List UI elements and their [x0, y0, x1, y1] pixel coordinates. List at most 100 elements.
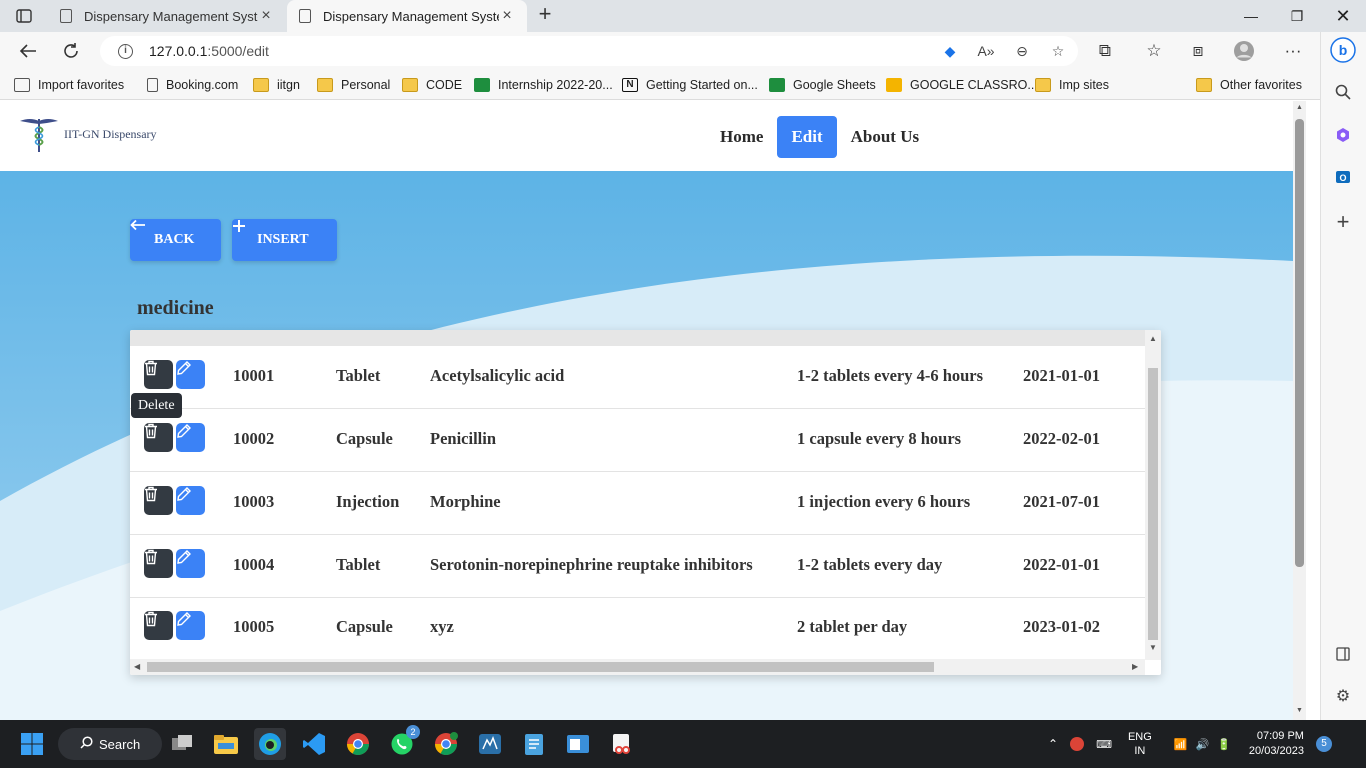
address-bar[interactable]: i 127.0.0.1:5000/edit ◆ A» ⊖ ☆	[100, 36, 1078, 66]
scroll-down-icon[interactable]: ▼	[1149, 643, 1157, 652]
favorite-folder-other[interactable]: Other favorites	[1196, 76, 1302, 94]
table-row: 10002 Capsule Penicillin 1 capsule every…	[130, 409, 1145, 472]
favorites-icon[interactable]: ☆	[1141, 39, 1167, 63]
price-tag-icon[interactable]: ◆	[940, 43, 960, 60]
site-logo[interactable]: IIT-GN Dispensary	[18, 115, 157, 153]
search-icon[interactable]	[1329, 78, 1357, 106]
windows-start-icon[interactable]	[16, 728, 48, 760]
delete-button[interactable]	[144, 611, 173, 640]
bing-chat-icon[interactable]: b	[1329, 36, 1357, 64]
scroll-up-icon[interactable]: ▲	[1149, 334, 1157, 343]
edit-button[interactable]	[176, 549, 205, 578]
minimize-button[interactable]: —	[1228, 0, 1274, 32]
table-vertical-scrollbar[interactable]: ▲ ▼	[1145, 330, 1161, 660]
profile-avatar-icon[interactable]	[1231, 39, 1257, 63]
battery-icon[interactable]: 🔋	[1217, 738, 1231, 751]
favorite-notion[interactable]: N Getting Started on...	[622, 76, 758, 94]
copilot-icon[interactable]	[1329, 121, 1357, 149]
chrome-profile-icon[interactable]	[430, 728, 462, 760]
outlook-icon[interactable]: O	[1329, 163, 1357, 191]
edit-button[interactable]	[176, 611, 205, 640]
scroll-up-icon[interactable]: ▲	[1296, 104, 1303, 111]
restore-button[interactable]: ❐	[1274, 0, 1320, 32]
page-scrollbar[interactable]: ▲ ▼	[1293, 101, 1306, 720]
scroll-right-icon[interactable]: ▶	[1132, 662, 1138, 671]
language-indicator[interactable]: ENG IN	[1128, 730, 1152, 758]
back-label: BACK	[154, 232, 195, 247]
favorite-google-sheets[interactable]: Google Sheets	[769, 76, 876, 94]
task-view-icon[interactable]	[166, 728, 198, 760]
settings-gear-icon[interactable]: ⚙	[1329, 682, 1357, 710]
url-text[interactable]: 127.0.0.1:5000/edit	[149, 43, 269, 59]
nav-edit[interactable]: Edit	[777, 116, 837, 158]
add-favorite-icon[interactable]: ☆	[1048, 43, 1068, 60]
whatsapp-icon[interactable]: 2	[386, 725, 420, 760]
hide-sidebar-icon[interactable]	[1329, 640, 1357, 668]
clock[interactable]: 07:09 PM 20/03/2023	[1249, 729, 1304, 759]
taskbar-search[interactable]: Search	[58, 728, 162, 760]
chevron-up-icon[interactable]: ⌃	[1048, 737, 1058, 751]
keyboard-icon[interactable]: ⌨	[1096, 738, 1112, 751]
edit-button[interactable]	[176, 486, 205, 515]
back-arrow-icon[interactable]	[15, 39, 41, 63]
volume-icon[interactable]: 🔊	[1196, 738, 1210, 751]
vscode-icon[interactable]	[298, 728, 330, 760]
site-info-icon[interactable]: i	[118, 43, 133, 59]
scrollbar-thumb[interactable]	[1148, 368, 1158, 640]
file-explorer-icon[interactable]	[210, 728, 242, 760]
scroll-left-icon[interactable]: ◀	[134, 662, 140, 671]
tab-title: Dispensary Management System	[84, 8, 258, 24]
scroll-down-icon[interactable]: ▼	[1296, 707, 1303, 714]
table-row: 10005 Capsule xyz 2 tablet per day 2023-…	[130, 597, 1145, 660]
favorite-folder-iitgn[interactable]: iitgn	[253, 76, 300, 94]
search-icon	[80, 736, 93, 752]
favorite-label: Other favorites	[1220, 78, 1302, 92]
add-sidebar-app-icon[interactable]: +	[1329, 208, 1357, 236]
scrollbar-thumb[interactable]	[1295, 119, 1304, 567]
favorite-folder-personal[interactable]: Personal	[317, 76, 390, 94]
collections-icon[interactable]: ⧈	[1185, 39, 1211, 63]
close-tab-icon[interactable]: ×	[499, 7, 515, 24]
favorite-folder-imp-sites[interactable]: Imp sites	[1035, 76, 1109, 94]
mysql-workbench-icon[interactable]	[474, 728, 506, 760]
extensions-icon[interactable]: ⧉	[1092, 39, 1118, 63]
scrollbar-thumb[interactable]	[147, 662, 934, 672]
favorite-import[interactable]: Import favorites	[14, 76, 124, 94]
snipping-tool-icon[interactable]	[606, 728, 638, 760]
edge-taskbar-icon[interactable]	[254, 728, 286, 760]
refresh-icon[interactable]	[58, 39, 84, 63]
chrome-tray-icon[interactable]	[1070, 737, 1085, 751]
tab-actions-icon[interactable]	[12, 6, 36, 26]
favorite-internship[interactable]: Internship 2022-20...	[474, 76, 613, 94]
chrome-icon[interactable]	[342, 728, 374, 760]
browser-tab-active[interactable]: Dispensary Management System ×	[287, 0, 527, 32]
delete-button[interactable]	[144, 486, 173, 515]
delete-button[interactable]	[144, 360, 173, 389]
favorite-booking[interactable]: Booking.com	[145, 76, 238, 94]
nav-about-us[interactable]: About Us	[837, 116, 934, 158]
zoom-out-icon[interactable]: ⊖	[1012, 43, 1032, 60]
folder-icon	[317, 78, 333, 92]
read-aloud-icon[interactable]: A»	[976, 43, 996, 59]
edit-button[interactable]	[176, 423, 205, 452]
close-window-button[interactable]: ✕	[1320, 0, 1366, 32]
new-tab-button[interactable]: +	[534, 3, 556, 26]
favorite-folder-code[interactable]: CODE	[402, 76, 462, 94]
delete-button[interactable]	[144, 549, 173, 578]
edit-button[interactable]	[176, 360, 205, 389]
delete-button[interactable]	[144, 423, 173, 452]
cell-name: Penicillin	[430, 429, 496, 448]
wifi-icon[interactable]: 📶	[1174, 738, 1188, 751]
favorite-classroom[interactable]: GOOGLE CLASSRO...	[886, 76, 1038, 94]
more-menu-icon[interactable]: ···	[1280, 39, 1306, 63]
nav-home[interactable]: Home	[706, 116, 777, 158]
app-window-icon[interactable]	[562, 728, 594, 760]
notepad-icon[interactable]	[518, 728, 550, 760]
insert-button[interactable]: INSERT	[232, 219, 337, 261]
back-button[interactable]: BACK	[130, 219, 221, 261]
notification-center-icon[interactable]: 5	[1315, 736, 1332, 752]
close-tab-icon[interactable]: ×	[258, 7, 274, 24]
table-horizontal-scrollbar[interactable]: ◀ ▶	[130, 659, 1145, 675]
favorite-label: Getting Started on...	[646, 78, 758, 92]
browser-tab[interactable]: Dispensary Management System ×	[48, 0, 286, 32]
